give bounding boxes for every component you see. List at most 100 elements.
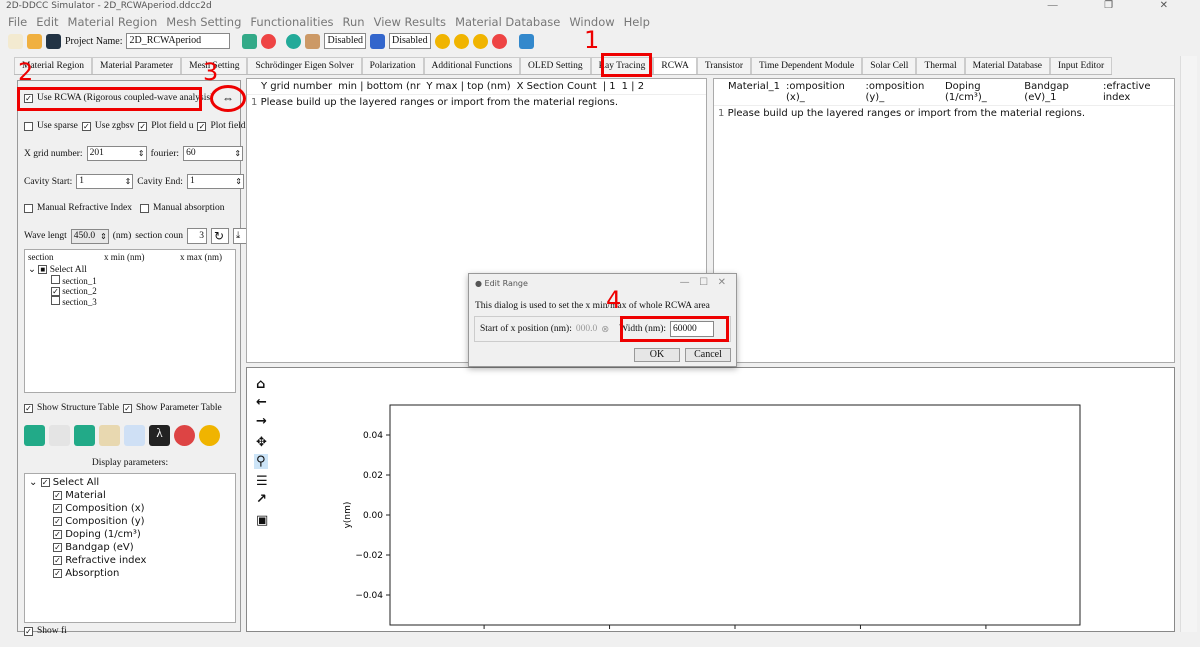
param-item[interactable]: ⌄ ✓ Select All (29, 476, 231, 489)
fourier-spinbox[interactable]: 60 (183, 146, 244, 161)
column-header[interactable]: Doping (1/cm³)_ (945, 81, 1018, 103)
menu-item[interactable]: Material Database (455, 15, 560, 29)
show-structure-checkbox[interactable]: ✓ (24, 403, 33, 413)
param-item[interactable]: ✓ Doping (1/cm³) (29, 528, 231, 541)
manual-ri-checkbox[interactable] (24, 203, 33, 213)
edit-range-button[interactable]: ⇔ (210, 85, 246, 112)
tab-material-database[interactable]: Material Database (964, 57, 1051, 74)
refresh-icon[interactable] (261, 33, 277, 49)
project-name-input[interactable]: 2D_RCWAperiod (126, 33, 231, 49)
param-item[interactable]: ✓ Composition (y) (29, 515, 231, 528)
param-checkbox[interactable]: ✓ (40, 478, 50, 487)
lambda-icon[interactable]: λ (149, 425, 170, 446)
section-checkbox[interactable] (51, 296, 60, 305)
start-x-input[interactable]: 000.0 (576, 324, 597, 334)
tab-schr-dinger-eigen-solver[interactable]: Schrödinger Eigen Solver (247, 57, 362, 74)
disabled-select-1[interactable]: Disabled (324, 33, 367, 49)
x-grid-spinbox[interactable]: 201 (86, 146, 147, 161)
param-checkbox[interactable]: ✓ (53, 543, 62, 552)
disabled-select-2[interactable]: Disabled (389, 33, 431, 49)
tab-solar-cell[interactable]: Solar Cell (862, 57, 917, 74)
use-zgbsv-checkbox[interactable]: ✓ (81, 121, 91, 131)
stop-icon[interactable] (491, 33, 507, 49)
param-checkbox[interactable]: ✓ (53, 491, 62, 500)
param-checkbox[interactable]: ✓ (53, 556, 62, 565)
cavity-end-spinbox[interactable]: 1 (186, 174, 244, 189)
column-header[interactable]: 1 | 2 (622, 81, 644, 92)
tab-material-parameter[interactable]: Material Parameter (92, 57, 182, 74)
chart-icon[interactable] (518, 33, 534, 49)
param-checkbox[interactable]: ✓ (53, 517, 62, 526)
param-item[interactable]: ✓ Material (29, 489, 231, 502)
column-header[interactable]: X Section Count (517, 81, 597, 92)
section-checkbox[interactable]: ✓ (51, 287, 60, 296)
tab-time-dependent-module[interactable]: Time Dependent Module (751, 57, 863, 74)
tab-oled-setting[interactable]: OLED Setting (520, 57, 591, 74)
tab-polarization[interactable]: Polarization (361, 57, 424, 74)
param-checkbox[interactable]: ✓ (53, 569, 62, 578)
dialog-close-button[interactable]: — ☐ ✕ (680, 277, 726, 288)
menu-item[interactable]: Mesh Setting (166, 15, 241, 29)
parameter-table[interactable]: Material_1 :omposition (x)_ :omposition (y… (713, 78, 1175, 363)
param-item[interactable]: ✓ Absorption (29, 567, 231, 580)
use-sparse-checkbox[interactable] (24, 121, 33, 131)
menu-item[interactable]: Functionalities (250, 15, 333, 29)
tab-transistor[interactable]: Transistor (696, 57, 752, 74)
tab-additional-functions[interactable]: Additional Functions (423, 57, 521, 74)
settings-icon[interactable] (286, 33, 302, 49)
tab-input-editor[interactable]: Input Editor (1050, 57, 1113, 74)
sort-icon[interactable] (124, 425, 145, 446)
section-count-input[interactable]: 3 (187, 228, 207, 244)
run-icon[interactable] (434, 33, 450, 49)
param-item[interactable]: ✓ Refractive index (29, 554, 231, 567)
clear-icon[interactable]: ⊗ (601, 324, 609, 335)
column-header[interactable]: Bandgap (eV)_1 (1024, 81, 1097, 103)
open-folder-icon[interactable] (27, 33, 42, 49)
param-checkbox[interactable]: ✓ (53, 530, 62, 539)
section-item[interactable]: section_1 (51, 275, 235, 286)
fast-forward-icon[interactable] (453, 33, 469, 49)
stop-icon[interactable] (174, 425, 195, 446)
play-icon[interactable] (199, 425, 220, 446)
column-header[interactable]: Y max | top (nm) (426, 81, 510, 92)
edit-icon[interactable] (49, 425, 70, 446)
manual-abs-checkbox[interactable] (139, 203, 149, 213)
param-item[interactable]: ✓ Bandgap (eV) (29, 541, 231, 554)
new-file-icon[interactable] (8, 33, 23, 49)
menu-item[interactable]: Run (343, 15, 365, 29)
broom-icon[interactable] (99, 425, 120, 446)
show-field-checkbox[interactable]: ✓ (24, 626, 33, 636)
grid-icon[interactable] (305, 33, 321, 49)
cavity-start-spinbox[interactable]: 1 (76, 174, 134, 189)
tab-rcwa[interactable]: RCWA (653, 57, 697, 74)
menu-item[interactable]: Material Region (68, 15, 158, 29)
show-param-checkbox[interactable]: ✓ (123, 403, 133, 413)
wavelength-select[interactable]: 450.0 (70, 228, 109, 244)
section-item[interactable]: section_3 (51, 296, 235, 307)
menu-item[interactable]: Help (624, 15, 650, 29)
plot-field-d-checkbox[interactable]: ✓ (197, 121, 207, 131)
column-header[interactable]: Material_1 (728, 81, 780, 103)
cancel-button[interactable]: Cancel (685, 348, 731, 362)
menu-item[interactable]: View Results (374, 15, 446, 29)
section-item[interactable]: ✓ section_2 (51, 286, 235, 296)
param-item[interactable]: ✓ Composition (x) (29, 502, 231, 515)
column-header[interactable]: | 1 (603, 81, 616, 92)
main-scrollbar[interactable] (1180, 56, 1197, 632)
list-icon[interactable] (370, 33, 386, 49)
reset-icon[interactable]: ↻ (211, 228, 229, 244)
column-header[interactable]: :omposition (y)_ (865, 81, 938, 103)
ok-button[interactable]: OK (634, 348, 680, 362)
mesh-icon[interactable] (242, 33, 258, 49)
save-icon[interactable] (46, 33, 61, 49)
menu-item[interactable]: File (8, 15, 27, 29)
param-checkbox[interactable]: ✓ (53, 504, 62, 513)
plot-field-u-checkbox[interactable]: ✓ (138, 121, 148, 131)
column-header[interactable]: min | bottom (nr (338, 81, 420, 92)
select-all-sections[interactable]: ⌄ ■ Select All (25, 264, 235, 275)
column-header[interactable]: :omposition (x)_ (786, 81, 859, 103)
menu-item[interactable]: Edit (36, 15, 58, 29)
column-header[interactable]: :efractive index (1103, 81, 1174, 103)
column-header[interactable]: Y grid number (261, 81, 332, 92)
add-layer-icon[interactable] (24, 425, 45, 446)
